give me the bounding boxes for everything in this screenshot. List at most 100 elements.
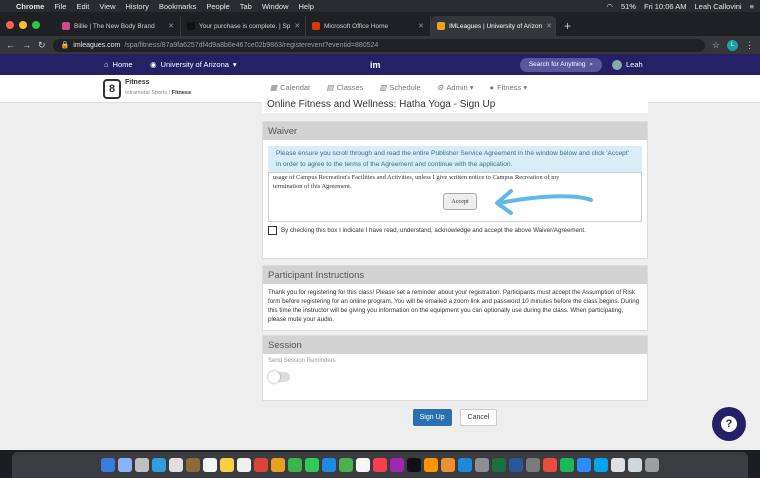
menu-edit[interactable]: Edit — [76, 2, 89, 11]
search-label: Search for Anything — [528, 61, 586, 68]
waiver-info-alert: Please ensure you scroll through and rea… — [268, 146, 642, 172]
back-icon[interactable]: ← — [6, 40, 15, 50]
waiver-checkbox[interactable] — [268, 226, 277, 235]
university-dropdown[interactable]: ◉ University of Arizona ▾ — [150, 60, 237, 69]
star-icon[interactable]: ☆ — [712, 40, 720, 51]
safari-icon[interactable] — [152, 458, 166, 472]
user-menu[interactable]: Leah — [612, 59, 643, 70]
menu-view[interactable]: View — [99, 2, 115, 11]
menu-calendar[interactable]: ▦ Calendar — [270, 83, 311, 92]
fitness-icon: ● — [489, 83, 495, 92]
menu-tab[interactable]: Tab — [240, 2, 252, 11]
podcasts-icon[interactable] — [390, 458, 404, 472]
reminders-icon[interactable] — [237, 458, 251, 472]
mail-icon[interactable] — [169, 458, 183, 472]
system-preferences-icon[interactable] — [475, 458, 489, 472]
schedule-icon: ▥ — [379, 83, 387, 92]
photos-icon[interactable] — [271, 458, 285, 472]
numbers-icon[interactable] — [339, 458, 353, 472]
menu-history[interactable]: History — [126, 2, 149, 11]
search-button[interactable]: Search for Anything ⌕ — [520, 57, 602, 72]
user-name[interactable]: Leah Callovini — [694, 2, 741, 11]
fitness-badge-icon: 8 — [103, 79, 121, 99]
menu-people[interactable]: People — [206, 2, 229, 11]
close-tab-icon[interactable]: ✕ — [168, 22, 174, 30]
reminder-toggle[interactable] — [268, 371, 290, 383]
new-tab-button[interactable]: + — [564, 16, 571, 36]
books-icon[interactable] — [424, 458, 438, 472]
downloads-icon[interactable] — [628, 458, 642, 472]
sign-up-button[interactable]: Sign Up — [412, 408, 452, 426]
finder-icon[interactable] — [101, 458, 115, 472]
pages-icon[interactable] — [441, 458, 455, 472]
maps-icon[interactable] — [322, 458, 336, 472]
gear-icon: ⚙ — [436, 83, 444, 92]
url-path: /spa/fitness/87a9fa6257df4d9a8b6e467ce02… — [124, 41, 379, 49]
tab-imleagues[interactable]: IMLeagues | University of Arizon ✕ — [431, 16, 556, 36]
notes-icon[interactable] — [220, 458, 234, 472]
question-icon: ? — [721, 416, 737, 432]
excel-icon[interactable] — [492, 458, 506, 472]
battery-percent[interactable]: 51% — [621, 2, 636, 11]
close-tab-icon[interactable]: ✕ — [294, 22, 300, 30]
classes-icon: ▤ — [326, 83, 334, 92]
menu-app-name[interactable]: Chrome — [16, 2, 44, 11]
chrome-icon[interactable] — [254, 458, 268, 472]
home-label: Home — [112, 60, 133, 69]
menu-admin[interactable]: ⚙ Admin ▾ — [437, 83, 474, 92]
clock[interactable]: Fri 10:06 AM — [644, 2, 687, 11]
tab-billie[interactable]: Billie | The New Body Brand ✕ — [56, 16, 181, 36]
minimize-window-icon[interactable] — [19, 21, 27, 29]
participant-heading: Participant Instructions — [263, 266, 647, 284]
cancel-button[interactable]: Cancel — [459, 408, 498, 426]
wifi-icon[interactable]: ◠ — [606, 2, 613, 11]
menu-window[interactable]: Window — [262, 2, 289, 11]
contacts-icon[interactable] — [186, 458, 200, 472]
home-link[interactable]: ⌂ Home — [104, 60, 133, 69]
acrobat-icon[interactable] — [543, 458, 557, 472]
facetime-icon[interactable] — [305, 458, 319, 472]
launchpad-icon[interactable] — [135, 458, 149, 472]
tab-office[interactable]: Microsoft Office Home ✕ — [306, 16, 431, 36]
trash-icon[interactable] — [645, 458, 659, 472]
menu-classes[interactable]: ▤ Classes — [327, 83, 364, 92]
help-button[interactable]: ? — [712, 407, 746, 441]
list-icon[interactable]: ≡ — [750, 2, 754, 11]
office-favicon-icon — [312, 22, 320, 30]
menu-fitness[interactable]: ● Fitness ▾ — [490, 83, 528, 92]
spotify-icon[interactable] — [560, 458, 574, 472]
tab-purchase[interactable]: Your purchase is complete. | Sp ✕ — [181, 16, 306, 36]
address-bar[interactable]: 🔒 imleagues.com/spa/fitness/87a9fa6257df… — [52, 38, 705, 52]
app-store-icon[interactable] — [458, 458, 472, 472]
word-icon[interactable] — [509, 458, 523, 472]
kebab-menu-icon[interactable]: ⋮ — [745, 40, 754, 51]
breadcrumb: Intramural Sports / Fitness — [125, 90, 192, 96]
reload-icon[interactable]: ↻ — [38, 40, 46, 51]
siri-icon[interactable] — [118, 458, 132, 472]
agreement-scroll-box[interactable]: usage of Campus Recreation's Facilities … — [268, 172, 642, 222]
menu-bookmarks[interactable]: Bookmarks — [159, 2, 197, 11]
profile-avatar[interactable]: L — [727, 39, 738, 51]
skype-icon[interactable] — [594, 458, 608, 472]
close-tab-icon[interactable]: ✕ — [418, 22, 424, 30]
close-tab-icon[interactable]: ✕ — [546, 22, 552, 30]
window-controls — [6, 14, 40, 36]
music-icon[interactable] — [373, 458, 387, 472]
close-window-icon[interactable] — [6, 21, 14, 29]
calendar-app-icon[interactable] — [203, 458, 217, 472]
tv-icon[interactable] — [407, 458, 421, 472]
menu-file[interactable]: File — [54, 2, 66, 11]
accept-button[interactable]: Accept — [443, 193, 477, 210]
menu-schedule[interactable]: ▥ Schedule — [379, 83, 420, 92]
waiver-checkbox-label[interactable]: By checking this box I indicate I have r… — [281, 227, 586, 234]
zoom-window-icon[interactable] — [32, 21, 40, 29]
help-app-icon[interactable] — [526, 458, 540, 472]
breadcrumb-parent[interactable]: Intramural Sports — [125, 90, 167, 96]
zoom-icon[interactable] — [577, 458, 591, 472]
document-icon[interactable] — [611, 458, 625, 472]
forward-icon[interactable]: → — [22, 40, 31, 50]
menu-help[interactable]: Help — [299, 2, 314, 11]
imleagues-logo-icon[interactable]: im — [370, 60, 381, 70]
messages-icon[interactable] — [288, 458, 302, 472]
news-icon[interactable] — [356, 458, 370, 472]
